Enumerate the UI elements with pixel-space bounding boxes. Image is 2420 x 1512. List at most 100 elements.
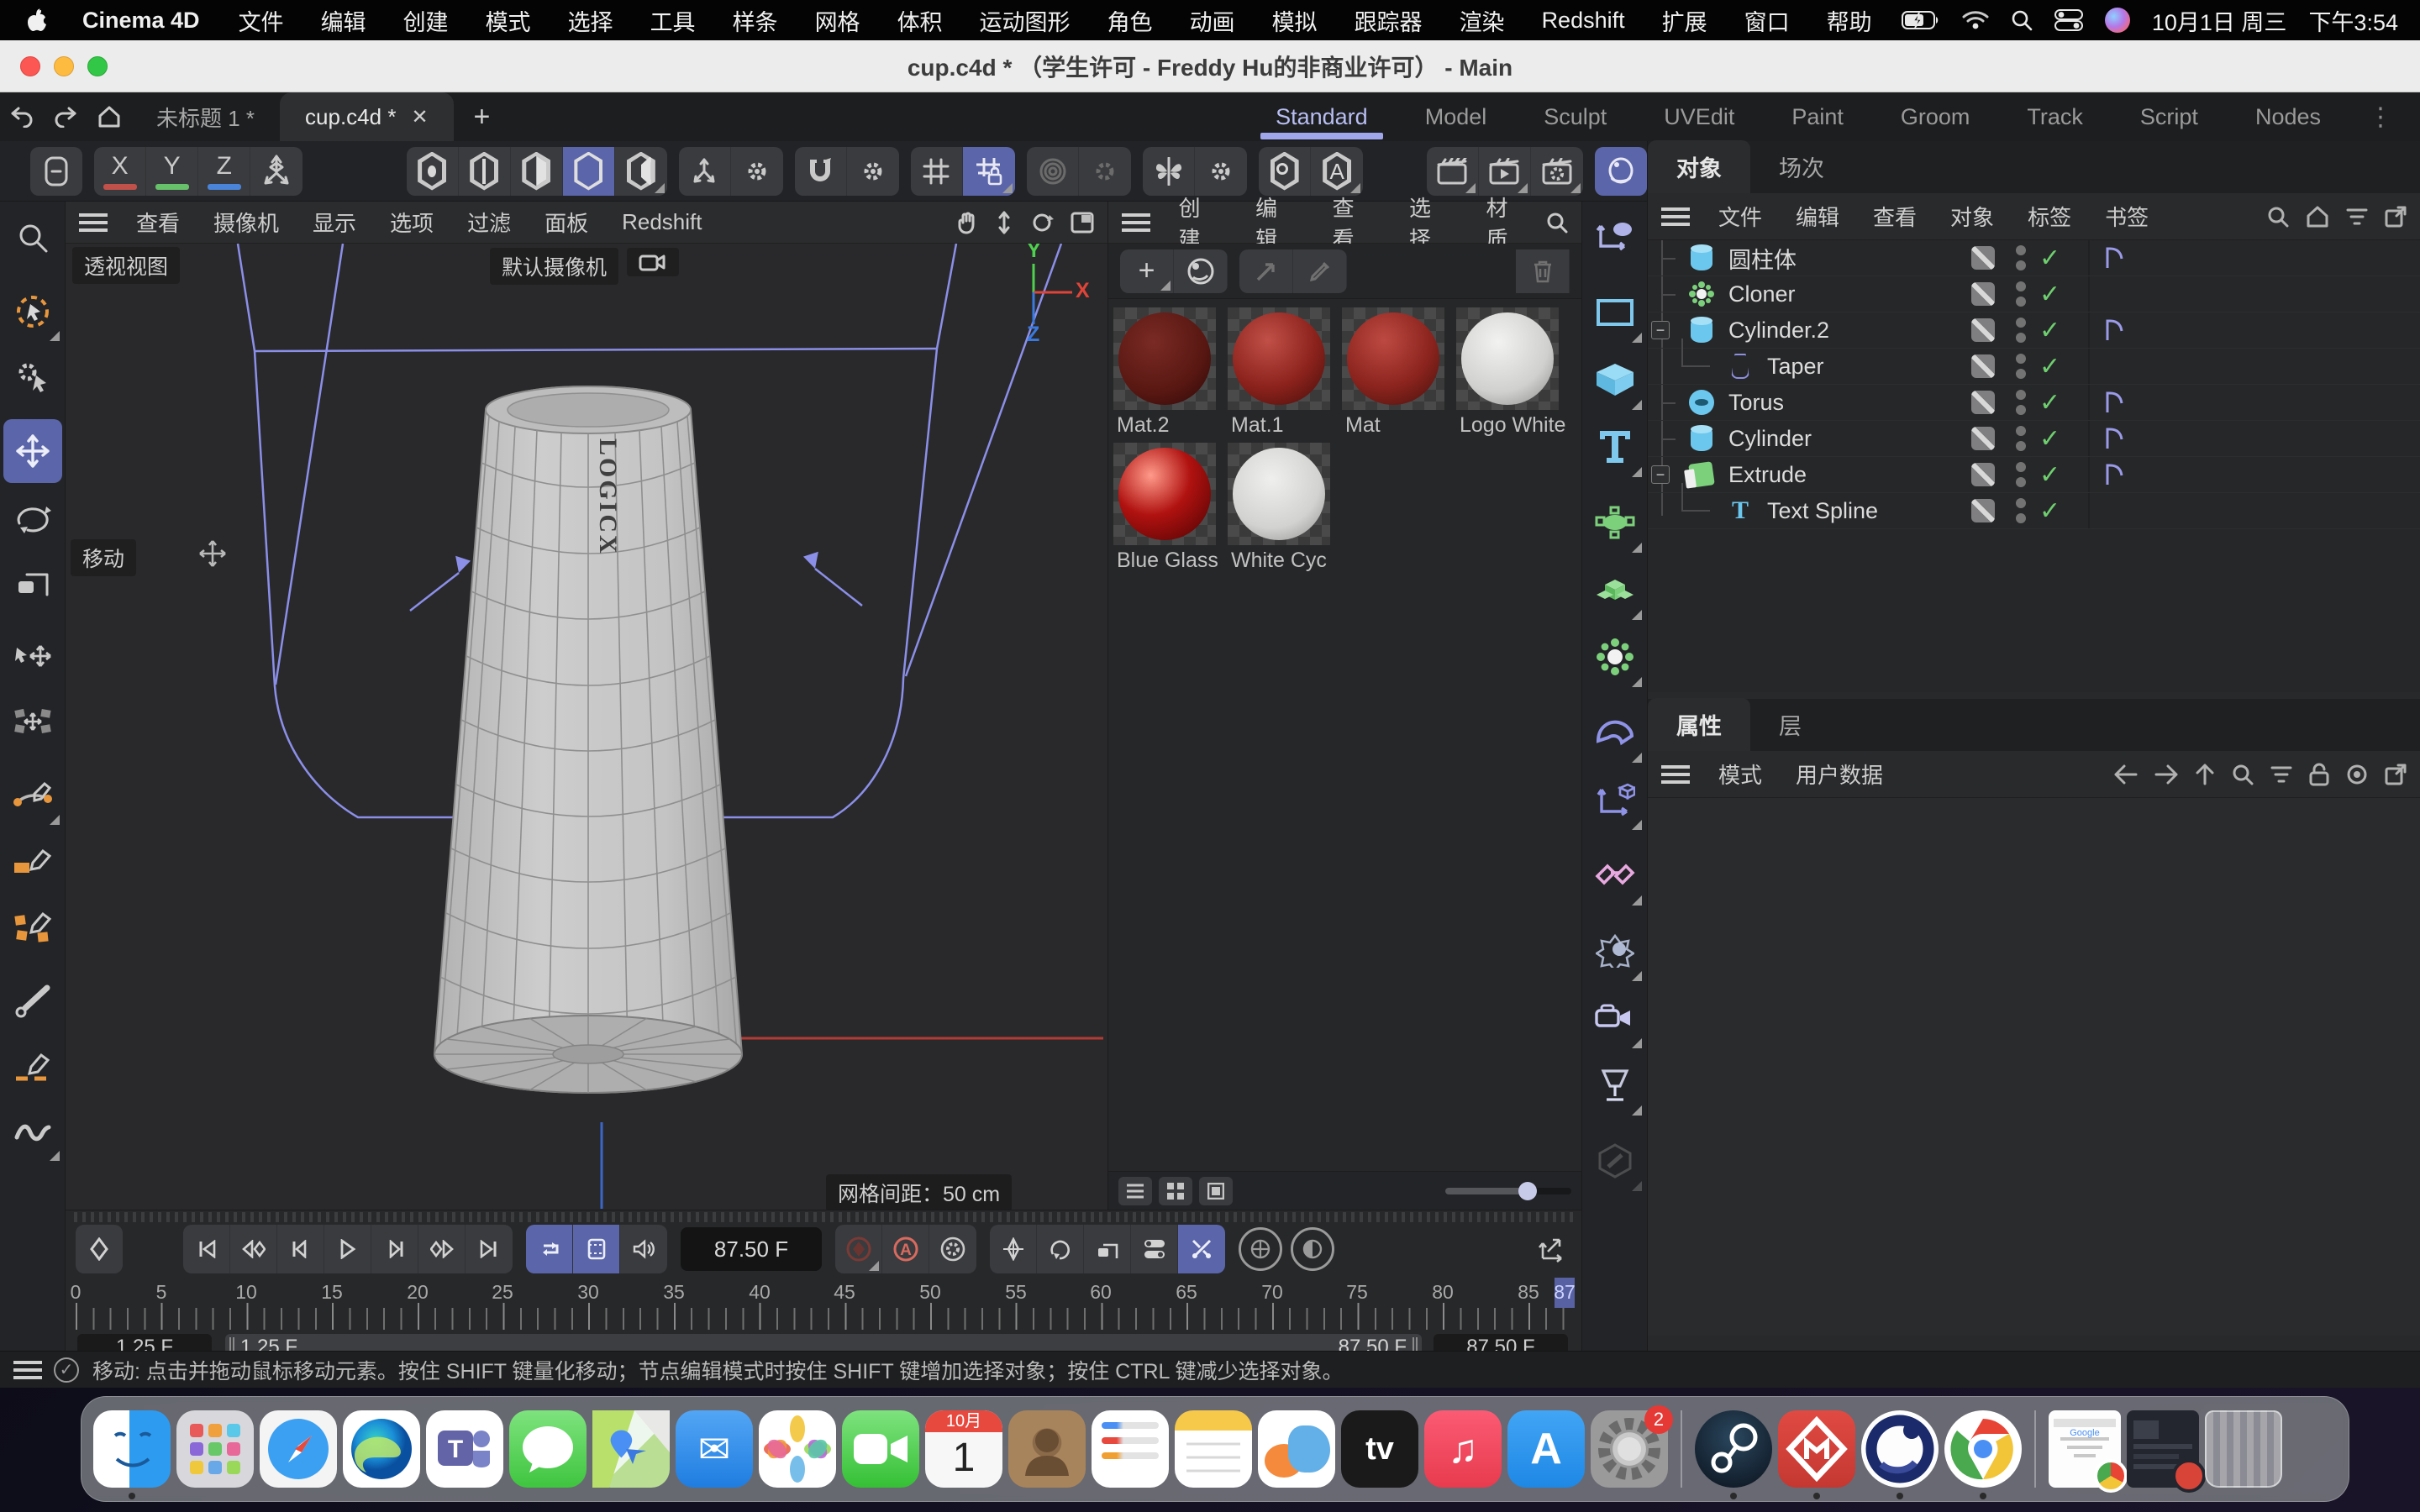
tweak-tool[interactable]	[3, 345, 62, 409]
falloff-rings-button[interactable]	[1027, 147, 1079, 196]
menu-file[interactable]: 文件	[220, 0, 302, 40]
enabled-check-icon[interactable]: ✓	[2039, 280, 2060, 309]
layer-toggle[interactable]	[1971, 427, 1995, 450]
dock-teams[interactable]: T	[426, 1410, 503, 1488]
om-external-icon[interactable]	[2385, 206, 2407, 228]
phong-tag-icon[interactable]	[2103, 462, 2127, 487]
phong-tag-icon[interactable]	[2103, 426, 2127, 451]
quantize-lock-grid-button[interactable]	[963, 147, 1015, 196]
material-item[interactable]: Logo White	[1456, 307, 1565, 438]
dock-messages[interactable]	[509, 1410, 587, 1488]
dock-notes[interactable]	[1175, 1410, 1252, 1488]
om-menu-bookmarks[interactable]: 书签	[2088, 201, 2165, 232]
enabled-check-icon[interactable]: ✓	[2039, 388, 2060, 417]
zoom-region-tool[interactable]	[3, 206, 62, 270]
play-range-button[interactable]	[573, 1225, 620, 1273]
spline-smooth-tool[interactable]	[3, 1100, 62, 1163]
om-menu-file[interactable]: 文件	[1702, 201, 1779, 232]
layer-toggle[interactable]	[1971, 354, 1995, 378]
constraint-icon[interactable]	[1586, 843, 1644, 908]
coordinate-global-local-button[interactable]	[250, 147, 302, 196]
points-mode-button[interactable]	[407, 147, 459, 196]
scale-tool[interactable]	[3, 550, 62, 614]
thumbnail-size-slider[interactable]	[1445, 1188, 1571, 1194]
close-tab-icon[interactable]: ✕	[411, 105, 428, 129]
close-window-button[interactable]	[20, 56, 40, 76]
layout-tab-track[interactable]: Track	[1998, 92, 2112, 141]
dock-finder[interactable]	[93, 1410, 171, 1488]
viewport-hamburger-icon[interactable]	[79, 213, 108, 232]
modeling-settings-gear-icon[interactable]	[731, 147, 783, 196]
doc-tab-untitled[interactable]: 未标题 1 *	[131, 92, 280, 141]
list-view-button[interactable]	[1118, 1177, 1152, 1205]
object-row-text-spline[interactable]: T Text Spline ✓	[1648, 493, 2420, 529]
menu-mesh[interactable]: 网格	[797, 0, 879, 40]
siri-icon[interactable]	[2105, 8, 2130, 33]
material-item[interactable]: Mat	[1342, 307, 1451, 438]
render-picture-viewer-button[interactable]	[1479, 147, 1531, 196]
tab-takes[interactable]: 场次	[1750, 140, 1853, 193]
primitive-cube-icon[interactable]	[1586, 347, 1644, 412]
object-row-cylinder-cn[interactable]: 圆柱体 ✓	[1648, 240, 2420, 276]
control-center-icon[interactable]	[2054, 9, 2083, 31]
annotation-icon-disabled[interactable]	[1586, 1128, 1644, 1194]
layer-toggle[interactable]	[1971, 282, 1995, 306]
lock-y-axis-button[interactable]: Y	[146, 147, 198, 196]
menu-edit[interactable]: 编辑	[302, 0, 385, 40]
menu-create[interactable]: 创建	[385, 0, 467, 40]
om-menu-tags[interactable]: 标签	[2011, 201, 2088, 232]
key-position-button[interactable]	[990, 1225, 1037, 1273]
camera-object-icon[interactable]	[1586, 985, 1644, 1051]
attr-lock-icon[interactable]	[2309, 763, 2329, 786]
material-item[interactable]: Mat.1	[1228, 307, 1337, 438]
enabled-check-icon[interactable]: ✓	[2039, 316, 2060, 345]
attr-external-icon[interactable]	[2385, 764, 2407, 785]
object-row-torus[interactable]: Torus ✓	[1648, 385, 2420, 421]
spotlight-icon[interactable]	[2011, 9, 2033, 31]
key-parameter-toggles-button[interactable]	[1131, 1225, 1178, 1273]
menu-extensions[interactable]: 扩展	[1644, 0, 1726, 40]
redo-button[interactable]	[44, 92, 87, 141]
sketch-spline-tool[interactable]	[3, 829, 62, 893]
coordinate-system-button[interactable]	[30, 147, 82, 196]
render-view-button[interactable]	[1427, 147, 1479, 196]
layout-tab-groom[interactable]: Groom	[1872, 92, 1999, 141]
layer-toggle[interactable]	[1971, 463, 1995, 486]
visibility-dots[interactable]	[2016, 462, 2026, 487]
visibility-dots[interactable]	[2016, 318, 2026, 343]
layout-tab-paint[interactable]: Paint	[1763, 92, 1872, 141]
dock-facetime[interactable]	[842, 1410, 919, 1488]
timeline-grip[interactable]	[74, 1212, 1573, 1222]
phong-tag-icon[interactable]	[2103, 245, 2127, 270]
dock-reminders[interactable]	[1092, 1410, 1169, 1488]
tab-layers[interactable]: 层	[1750, 698, 1830, 751]
camera-name-label[interactable]: 默认摄像机	[490, 248, 618, 285]
key-rotation-button[interactable]	[1037, 1225, 1084, 1273]
menu-volume[interactable]: 体积	[879, 0, 961, 40]
wifi-icon[interactable]	[1962, 10, 1989, 30]
key-scale-button[interactable]	[1084, 1225, 1131, 1273]
large-icon-view-button[interactable]	[1199, 1177, 1233, 1205]
collapse-expander[interactable]: −	[1651, 465, 1670, 484]
record-objects-button[interactable]	[1239, 1227, 1282, 1271]
om-hamburger-icon[interactable]	[1661, 207, 1690, 226]
material-item[interactable]: White Cyc	[1228, 443, 1337, 573]
next-frame-button[interactable]	[371, 1225, 418, 1273]
goto-start-button[interactable]	[183, 1225, 230, 1273]
dolly-icon[interactable]	[995, 211, 1013, 234]
layout-tab-script[interactable]: Script	[2112, 92, 2227, 141]
vp-menu-camera[interactable]: 摄像机	[197, 207, 296, 238]
tab-objects[interactable]: 对象	[1648, 140, 1750, 193]
sky-environment-icon[interactable]	[1586, 918, 1644, 984]
phong-tag-icon[interactable]	[2103, 390, 2127, 415]
grid-toggle-button[interactable]	[911, 147, 963, 196]
object-row-cylinder[interactable]: Cylinder ✓	[1648, 421, 2420, 457]
autokey-button[interactable]: A	[882, 1225, 929, 1273]
menu-tracker[interactable]: 跟踪器	[1336, 0, 1441, 40]
dock-appletv[interactable]: tv	[1341, 1410, 1418, 1488]
menu-help[interactable]: 帮助	[1808, 0, 1891, 40]
axis-center-button[interactable]	[1259, 147, 1311, 196]
polygon-pen-tool[interactable]	[3, 895, 62, 958]
home-icon[interactable]	[87, 92, 131, 141]
brush-tool[interactable]	[3, 969, 62, 1032]
